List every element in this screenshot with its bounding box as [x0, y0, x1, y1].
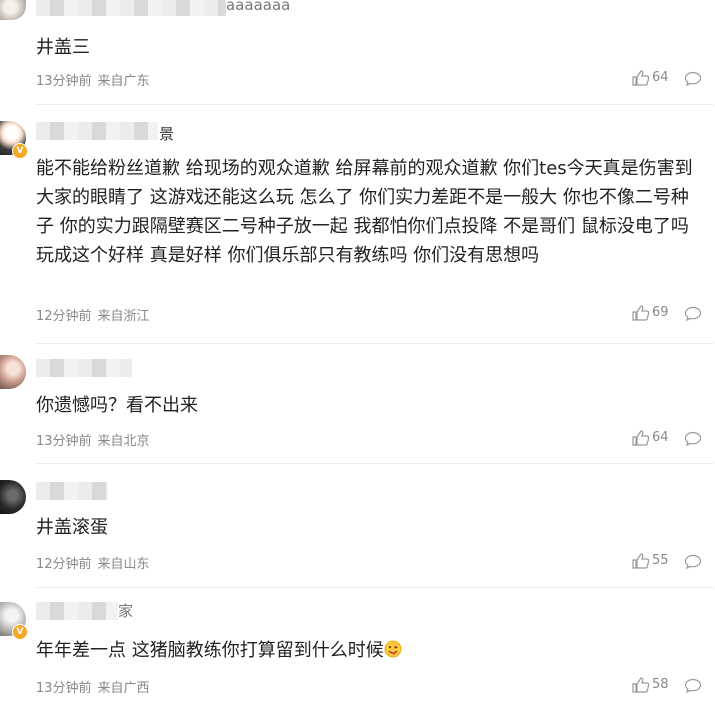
comment-location: 来自北京 [97, 434, 150, 449]
username-tail[interactable]: 景 [159, 123, 174, 144]
avatar[interactable] [0, 480, 26, 514]
comment-item: V 景 能不能给粉丝道歉 给现场的观众道歉 给屏幕前的观众道歉 你们tes今天真… [0, 117, 715, 347]
comment-meta: 13分钟前 来自北京 [36, 430, 150, 449]
comment-text: 年年差一点 这猪脑教练你打算留到什么时候 [36, 636, 701, 665]
comment-actions: 69 [632, 305, 702, 323]
comment-bubble-icon[interactable] [684, 306, 702, 321]
comment-text-body: 年年差一点 这猪脑教练你打算留到什么时候 [36, 640, 384, 661]
comment-bubble-icon[interactable] [684, 554, 702, 569]
comment-location: 来自广西 [97, 681, 150, 696]
comment-meta: 12分钟前 来自山东 [36, 553, 150, 572]
comment-actions: 64 [632, 70, 702, 88]
blurred-username[interactable] [36, 122, 158, 140]
like-count: 55 [652, 553, 669, 568]
verified-badge-icon: V [12, 143, 28, 159]
divider [36, 343, 714, 344]
verified-badge-icon: V [12, 624, 28, 640]
comment-meta: 12分钟前 来自浙江 [36, 305, 150, 324]
divider [36, 104, 714, 105]
comment-item: 井盖滚蛋 12分钟前 来自山东 55 [0, 478, 715, 588]
comment-location: 来自浙江 [97, 309, 150, 324]
like-count: 69 [652, 305, 669, 320]
like-count: 58 [652, 677, 669, 692]
divider [36, 587, 714, 588]
tongue-out-emoji-icon [384, 640, 402, 658]
blurred-username[interactable] [36, 482, 108, 500]
comment-time: 12分钟前 [36, 557, 92, 572]
comment-text: 井盖三 [36, 37, 90, 58]
avatar[interactable] [0, 355, 26, 389]
blurred-username[interactable] [36, 0, 226, 16]
comment-actions: 64 [632, 430, 702, 448]
comment-bubble-icon[interactable] [684, 431, 702, 446]
comment-bubble-icon[interactable] [684, 71, 702, 86]
comment-item: V 家 年年差一点 这猪脑教练你打算留到什么时候 13分钟前 来自广西 58 [0, 600, 715, 707]
like-count: 64 [652, 70, 669, 85]
thumbs-up-icon[interactable] [632, 677, 650, 693]
username-tail[interactable]: aaaaaaa [226, 0, 290, 14]
comment-meta: 13分钟前 来自广东 [36, 70, 150, 89]
thumbs-up-icon[interactable] [632, 70, 650, 86]
comment-time: 12分钟前 [36, 309, 92, 324]
comment-text: 你遗憾吗？看不出来 [36, 395, 198, 416]
divider [36, 463, 714, 464]
thumbs-up-icon[interactable] [632, 553, 650, 569]
avatar[interactable] [0, 0, 26, 20]
comment-location: 来自山东 [97, 557, 150, 572]
comment-actions: 55 [632, 553, 702, 571]
comment-meta: 13分钟前 来自广西 [36, 677, 150, 696]
username-tail[interactable]: 家 [118, 600, 133, 621]
comment-actions: 58 [632, 677, 702, 695]
comment-text: 井盖滚蛋 [36, 517, 108, 538]
comment-time: 13分钟前 [36, 681, 92, 696]
blurred-username[interactable] [36, 602, 118, 620]
comment-time: 13分钟前 [36, 74, 92, 89]
comment-bubble-icon[interactable] [684, 678, 702, 693]
blurred-username[interactable] [36, 359, 132, 377]
comment-item: 你遗憾吗？看不出来 13分钟前 来自北京 64 [0, 353, 715, 464]
thumbs-up-icon[interactable] [632, 430, 650, 446]
thumbs-up-icon[interactable] [632, 305, 650, 321]
comment-time: 13分钟前 [36, 434, 92, 449]
comment-location: 来自广东 [97, 74, 150, 89]
like-count: 64 [652, 430, 669, 445]
comment-item: aaaaaaa 井盖三 13分钟前 来自广东 64 [0, 0, 715, 106]
comment-text: 能不能给粉丝道歉 给现场的观众道歉 给屏幕前的观众道歉 你们tes今天真是伤害到… [36, 158, 693, 266]
